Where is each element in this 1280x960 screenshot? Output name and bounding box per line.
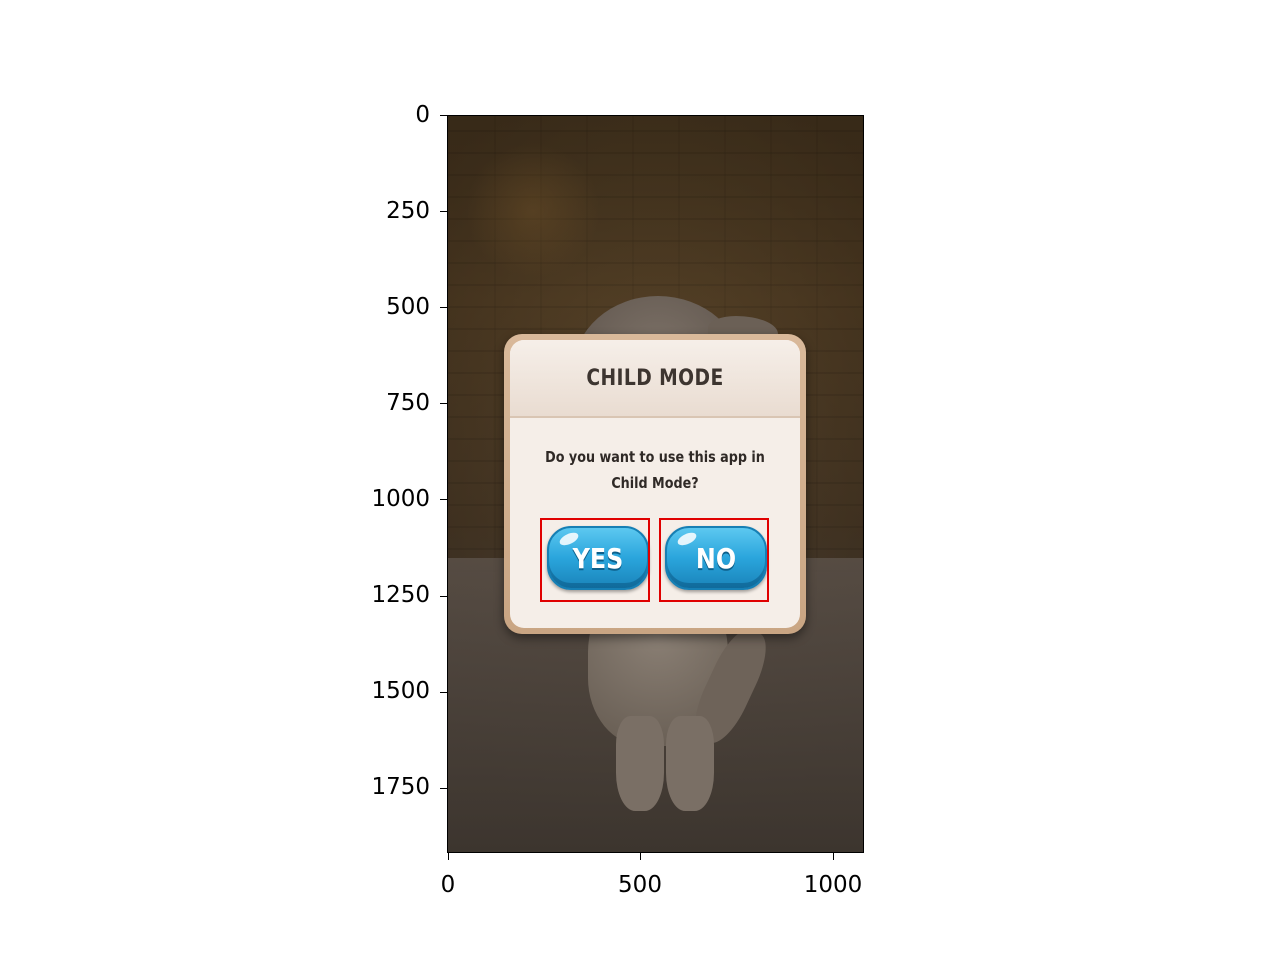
cat-leg-left xyxy=(616,716,664,811)
y-tick-label: 1250 xyxy=(371,582,430,608)
dialog-message-line2: Child Mode? xyxy=(611,474,699,492)
y-tick-label: 1000 xyxy=(371,486,430,512)
y-tick-label: 1750 xyxy=(371,774,430,800)
dialog-panel: CHILD MODE Do you want to use this app i… xyxy=(510,340,800,628)
y-tick-mark xyxy=(440,403,447,404)
cat-leg-right xyxy=(666,716,714,811)
wall-graffiti xyxy=(468,141,598,281)
y-tick-label: 250 xyxy=(386,198,430,224)
no-button[interactable]: NO xyxy=(665,526,767,590)
y-tick-mark xyxy=(440,115,447,116)
plot-area: CHILD MODE Do you want to use this app i… xyxy=(447,115,864,853)
x-tick-label: 0 xyxy=(440,872,456,898)
x-tick-mark xyxy=(448,853,449,860)
y-tick-mark xyxy=(440,499,447,500)
x-tick-mark xyxy=(640,853,641,860)
y-tick-label: 500 xyxy=(386,294,430,320)
y-tick-mark xyxy=(440,788,447,789)
x-tick-mark xyxy=(833,853,834,860)
y-tick-mark xyxy=(440,692,447,693)
y-tick-label: 0 xyxy=(415,102,430,128)
dialog-message: Do you want to use this app in Child Mod… xyxy=(544,444,767,496)
dialog-header: CHILD MODE xyxy=(510,340,800,418)
y-tick-mark xyxy=(440,211,447,212)
child-mode-dialog: CHILD MODE Do you want to use this app i… xyxy=(504,334,806,634)
y-tick-label: 1500 xyxy=(371,678,430,704)
figure: 0 250 500 750 1000 1250 1500 1750 0 500 … xyxy=(0,0,1280,960)
no-button-label: NO xyxy=(695,542,737,575)
yes-button-label: YES xyxy=(572,542,624,575)
y-tick-mark xyxy=(440,307,447,308)
dialog-message-line1: Do you want to use this app in xyxy=(545,448,765,466)
x-tick-label: 500 xyxy=(618,872,662,898)
x-tick-label: 1000 xyxy=(803,872,863,898)
y-tick-label: 750 xyxy=(386,390,430,416)
yes-button[interactable]: YES xyxy=(547,526,649,590)
dialog-title: CHILD MODE xyxy=(586,366,724,391)
y-tick-mark xyxy=(440,596,447,597)
